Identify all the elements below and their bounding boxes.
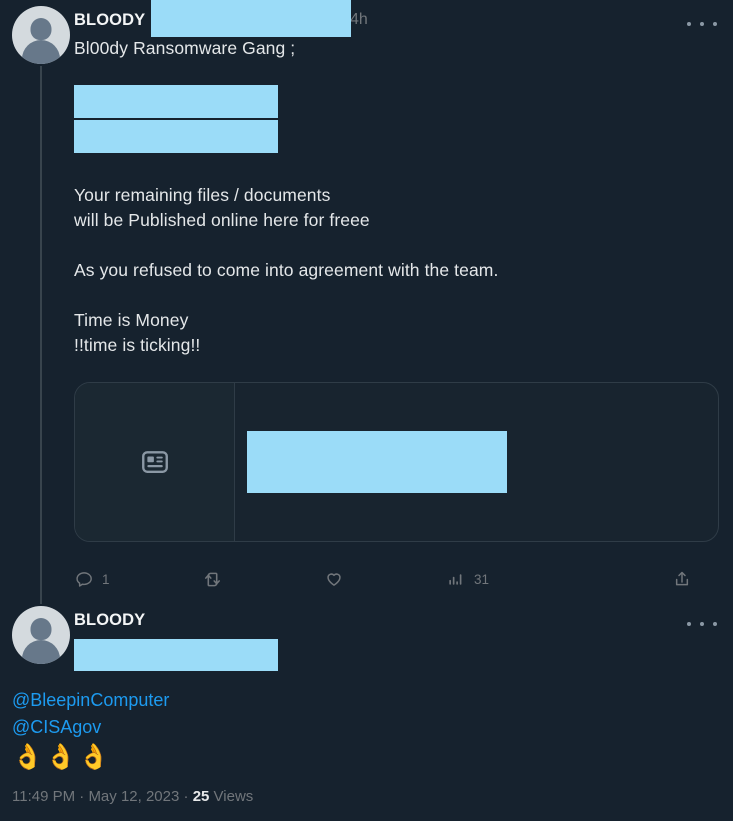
dot-3 — [713, 622, 717, 626]
dot-3 — [713, 22, 717, 26]
tweet-1-action-bar: 1 31 — [74, 560, 719, 598]
analytics-bar-icon — [449, 573, 462, 585]
post-time: 11:49 PM — [12, 788, 76, 805]
avatar-body-shape — [22, 640, 60, 664]
avatar[interactable] — [12, 6, 70, 64]
heart-icon — [327, 573, 341, 586]
tweet-1-body: Your remaining files / documents will be… — [74, 185, 499, 355]
tweet-1[interactable]: BLOODY 4h Bl00dy Ransomware Gang ; Your … — [0, 0, 733, 604]
dot-1 — [687, 622, 691, 626]
meta-separator-2: · — [183, 788, 189, 805]
redacted-handle — [74, 639, 278, 671]
reply-button[interactable]: 1 — [74, 570, 202, 589]
redacted-line-2 — [74, 120, 278, 153]
display-name[interactable]: BLOODY — [74, 11, 145, 30]
retweet-button[interactable] — [202, 569, 324, 590]
views-label: Views — [213, 788, 254, 805]
more-options-icon[interactable] — [685, 14, 719, 34]
reply-icon — [76, 571, 92, 587]
like-button[interactable] — [324, 569, 446, 589]
avatar-head-shape — [30, 18, 52, 40]
post-date: May 12, 2023 — [88, 788, 180, 805]
mention-link-cisagov[interactable]: @CISAgov — [12, 714, 733, 741]
redacted-text-block — [74, 85, 278, 153]
reply-count: 1 — [102, 571, 110, 587]
article-news-icon — [141, 451, 168, 473]
tweet-thread-screen: BLOODY 4h Bl00dy Ransomware Gang ; Your … — [0, 0, 733, 821]
redacted-card-title — [247, 431, 507, 493]
meta-separator-1: · — [79, 788, 85, 805]
share-button[interactable] — [672, 569, 701, 589]
display-name[interactable]: BLOODY — [74, 611, 145, 630]
mention-link-bleepincomputer[interactable]: @BleepinComputer — [12, 687, 733, 714]
tweet-1-name-row: BLOODY 4h — [74, 0, 719, 37]
ok-hand-emoji: 👌👌👌 — [12, 743, 112, 771]
tweet-1-subline: Bl00dy Ransomware Gang ; — [74, 38, 296, 58]
link-preview-card[interactable] — [74, 382, 719, 542]
thread-connector-line — [40, 66, 42, 604]
more-options-icon[interactable] — [685, 614, 719, 634]
tweet-1-gutter — [8, 6, 74, 604]
views-count-total: 25 — [192, 788, 210, 805]
share-upload-icon — [675, 571, 689, 586]
tweet-2-content: BLOODY — [74, 606, 719, 671]
link-card-body — [235, 383, 718, 541]
avatar-head-shape — [30, 618, 52, 640]
tweet-metadata-row: 11:49 PM · May 12, 2023 · 25 Views — [0, 788, 733, 805]
relative-timestamp: 4h — [350, 11, 368, 28]
tweet-2-name-row: BLOODY — [74, 608, 719, 632]
redacted-line-1 — [74, 85, 278, 118]
tweet-2-gutter — [8, 606, 74, 671]
tweet-1-content: BLOODY 4h Bl00dy Ransomware Gang ; Your … — [74, 0, 719, 598]
tweet-2[interactable]: BLOODY — [0, 598, 733, 671]
dot-2 — [700, 22, 704, 26]
mentions-block: @BleepinComputer @CISAgov 👌👌👌 — [0, 687, 733, 772]
views-button[interactable]: 31 — [446, 570, 566, 589]
dot-1 — [687, 22, 691, 26]
link-card-thumbnail — [75, 383, 235, 541]
dot-2 — [700, 622, 704, 626]
views-count: 31 — [474, 571, 490, 587]
avatar[interactable] — [12, 606, 70, 664]
retweet-icon — [204, 572, 221, 586]
avatar-body-shape — [22, 40, 60, 64]
redacted-handle — [151, 0, 352, 37]
